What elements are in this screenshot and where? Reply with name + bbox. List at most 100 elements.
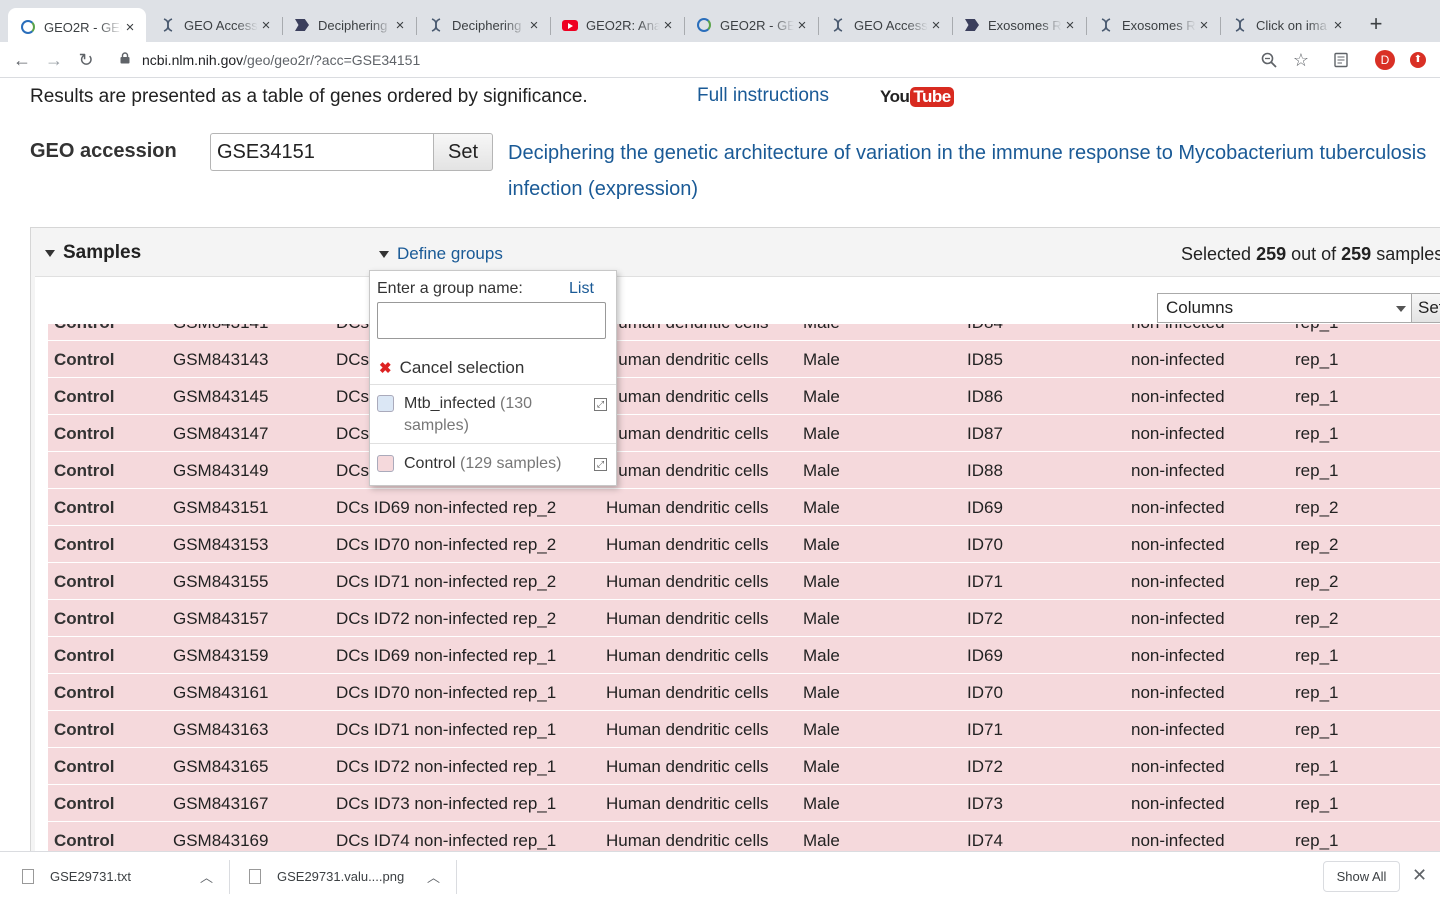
close-icon[interactable]: ✕ <box>1412 865 1427 886</box>
cell-rep: rep_1 <box>1295 424 1339 443</box>
sample-row[interactable]: ControlGSM843141DCs ID84 non-infected re… <box>48 324 1440 341</box>
columns-set-button[interactable]: Set <box>1411 293 1440 323</box>
browser-tab[interactable]: GEO Accession× <box>148 8 283 42</box>
sample-row[interactable]: Control GSM843155 DCs ID71 non-infected re… <box>48 563 1440 600</box>
group-name-input[interactable] <box>377 302 606 339</box>
cell-acc: GSM843151 <box>173 498 269 517</box>
tab-close-icon[interactable]: × <box>122 19 138 36</box>
chevron-up-icon[interactable]: ︿ <box>200 867 213 886</box>
tab-close-icon[interactable]: × <box>392 17 408 34</box>
tab-close-icon[interactable]: × <box>1330 17 1346 34</box>
tab-close-icon[interactable]: × <box>1062 17 1078 34</box>
tab-title: Deciphering <box>318 17 388 33</box>
zoom-icon[interactable] <box>1259 50 1279 70</box>
cell-title: DCs ID74 non-infected rep_1 <box>336 831 557 850</box>
update-icon[interactable]: ⬆ <box>1408 50 1428 70</box>
cancel-selection-button[interactable]: ✖ Cancel selection <box>379 358 524 378</box>
edit-group-icon[interactable]: ⤢ <box>594 398 607 411</box>
cell-inf: non-infected <box>1131 683 1225 702</box>
cell-group: Control <box>54 324 114 333</box>
dropdown-arrow-icon <box>1396 306 1406 312</box>
list-link[interactable]: List <box>569 280 594 298</box>
cell-inf: non-infected <box>1131 757 1225 776</box>
new-tab-button[interactable]: + <box>1364 12 1388 38</box>
tab-close-icon[interactable]: × <box>258 17 274 34</box>
youtube-logo[interactable]: You Tube <box>880 86 954 108</box>
cell-src: Human dendritic cells <box>606 572 769 591</box>
geo-set-button[interactable]: Set <box>433 133 493 171</box>
chevron-up-icon[interactable]: ︿ <box>427 867 440 886</box>
browser-tab[interactable]: Deciphering × <box>282 8 417 42</box>
columns-select[interactable]: Columns <box>1157 293 1413 323</box>
selected-suffix: samples <box>1371 244 1440 264</box>
browser-tab[interactable]: GEO2R - GEO× <box>8 8 146 46</box>
tab-close-icon[interactable]: × <box>1196 17 1212 34</box>
cell-rep: rep_2 <box>1295 535 1339 554</box>
cell-group: Control <box>54 757 115 776</box>
cell-inf: non-infected <box>1131 324 1225 333</box>
reader-mode-icon[interactable] <box>1331 50 1351 70</box>
sample-row[interactable]: ControlGSM843149DCs ID88 non-infected re… <box>48 452 1440 489</box>
cell-rep: rep_1 <box>1295 461 1339 480</box>
cell-rep: rep_1 <box>1295 757 1339 776</box>
browser-tab[interactable]: Deciphering × <box>416 8 551 42</box>
sample-row[interactable]: Control GSM843153 DCs ID70 non-infected re… <box>48 526 1440 563</box>
sample-row[interactable]: Control GSM843165 DCs ID72 non-infected re… <box>48 748 1440 785</box>
edit-group-icon[interactable]: ⤢ <box>594 458 607 471</box>
samples-table: ControlGSM843141DCs ID84 non-infected re… <box>48 324 1440 851</box>
study-title-link[interactable]: Deciphering the genetic architecture of … <box>508 135 1428 207</box>
dna-icon <box>1232 17 1248 33</box>
browser-tab[interactable]: GEO2R - GEO× <box>684 8 819 42</box>
sample-row[interactable]: Control GSM843161 DCs ID70 non-infected re… <box>48 674 1440 711</box>
tab-close-icon[interactable]: × <box>928 17 944 34</box>
tab-title: Deciphering <box>452 17 522 33</box>
tab-close-icon[interactable]: × <box>526 17 542 34</box>
group-checkbox[interactable] <box>377 455 394 472</box>
show-all-button[interactable]: Show All <box>1323 861 1400 892</box>
cell-id: ID72 <box>967 609 1003 628</box>
cell-inf: non-infected <box>1131 387 1225 406</box>
sample-row[interactable]: Control GSM843167 DCs ID73 non-infected re… <box>48 785 1440 822</box>
sample-row[interactable]: Control GSM843163 DCs ID71 non-infected re… <box>48 711 1440 748</box>
tab-close-icon[interactable]: × <box>660 17 676 34</box>
tab-close-icon[interactable]: × <box>794 17 810 34</box>
sample-row[interactable]: Control GSM843151 DCs ID69 non-infected re… <box>48 489 1440 526</box>
cell-src: Human dendritic cells <box>606 387 769 406</box>
full-instructions-link[interactable]: Full instructions <box>697 85 829 107</box>
sample-row[interactable]: Control GSM843159 DCs ID69 non-infected re… <box>48 637 1440 674</box>
browser-tab[interactable]: GEO2R: Analyze× <box>550 8 685 42</box>
cell-src: Human dendritic cells <box>606 831 769 850</box>
sample-row[interactable]: ControlGSM843145DCs ID86 non-infected re… <box>48 378 1440 415</box>
define-groups-toggle[interactable]: Define groups <box>379 244 503 264</box>
geo-accession-input[interactable] <box>210 133 434 171</box>
browser-tab[interactable]: GEO Accession× <box>818 8 953 42</box>
divider <box>370 384 616 385</box>
download-item[interactable]: GSE29731.valu....png ︿ <box>249 852 449 901</box>
sample-row[interactable]: Control GSM843169 DCs ID74 non-infected re… <box>48 822 1440 851</box>
sample-row[interactable]: Control GSM843157 DCs ID72 non-infected re… <box>48 600 1440 637</box>
browser-tab[interactable]: Click on ima × <box>1220 8 1354 42</box>
forward-button[interactable]: → <box>42 48 66 72</box>
cell-acc: GSM843147 <box>173 424 269 443</box>
caret-down-icon <box>379 250 389 258</box>
sample-row[interactable]: ControlGSM843143DCs ID85 non-infected re… <box>48 341 1440 378</box>
group-checkbox[interactable] <box>377 395 394 412</box>
cell-acc: GSM843159 <box>173 646 269 665</box>
cell-sex: Male <box>803 350 840 369</box>
address-bar[interactable]: ncbi.nlm.nih.gov/geo/geo2r/?acc=GSE34151 <box>108 46 1320 74</box>
cell-rep: rep_2 <box>1295 572 1339 591</box>
intro-text: Results are presented as a table of gene… <box>30 86 588 107</box>
selected-number: 259 <box>1256 244 1287 264</box>
browser-tab[interactable]: Exosomes R × <box>1086 8 1221 42</box>
sample-row[interactable]: ControlGSM843147DCs ID87 non-infected re… <box>48 415 1440 452</box>
browser-tab[interactable]: Exosomes R × <box>952 8 1087 42</box>
back-button[interactable]: ← <box>10 48 34 72</box>
profile-avatar[interactable]: D <box>1375 50 1395 70</box>
geo-accession-label: GEO accession <box>30 140 177 162</box>
reload-button[interactable]: ↻ <box>74 48 98 72</box>
samples-toggle[interactable]: Samples <box>45 242 141 264</box>
bookmark-star-icon[interactable]: ☆ <box>1291 50 1311 70</box>
download-item[interactable]: GSE29731.txt ︿ <box>22 852 222 901</box>
cell-title: DCs ID71 non-infected rep_2 <box>336 572 557 591</box>
cell-src: Human dendritic cells <box>606 535 769 554</box>
